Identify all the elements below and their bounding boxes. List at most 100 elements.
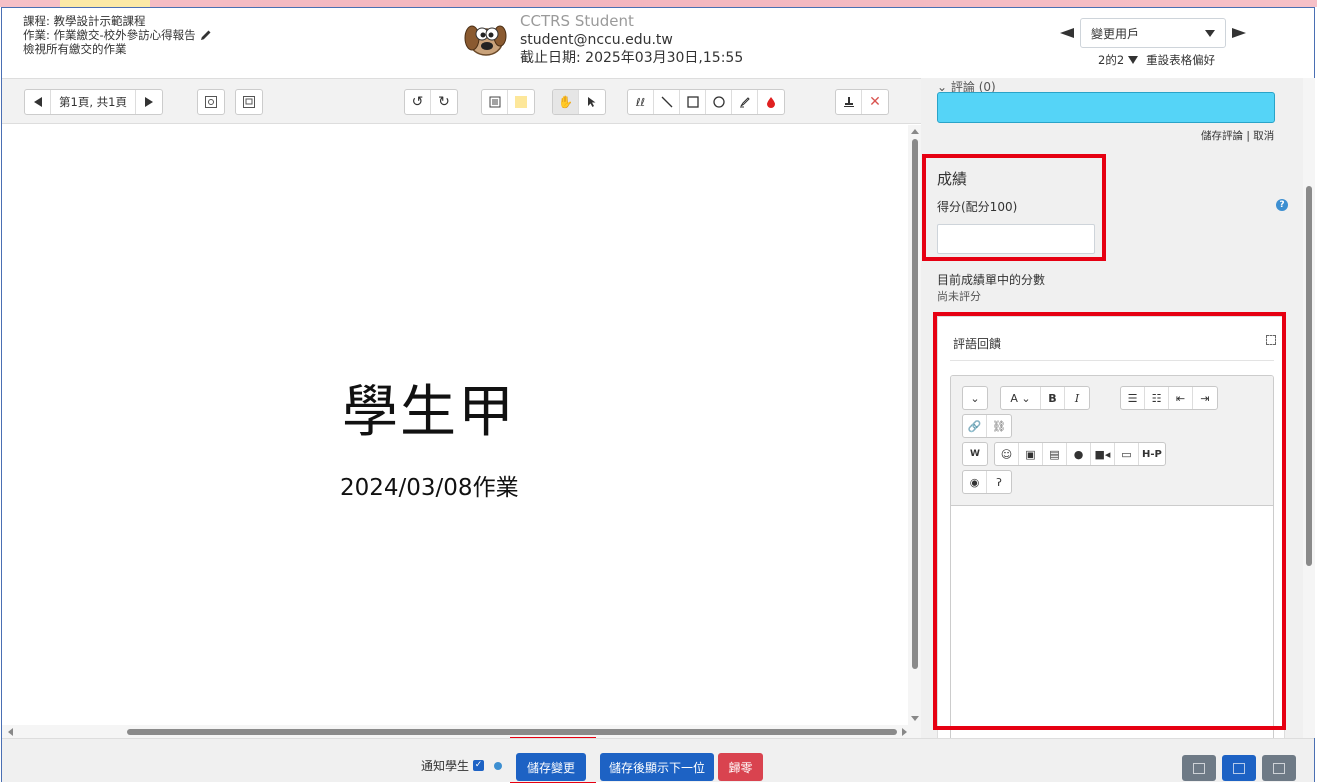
submission-preview[interactable]: 學生甲 2024/03/08作業 — [2, 125, 909, 725]
chevron-down-icon — [1205, 29, 1215, 37]
feedback-section: 評語回饋 ⌄ A ⌄ B I ☰ ☷ ⇤ ⇥ 🔗 ⛓ W ☺ ▣ ▤ ● ■◂ … — [937, 316, 1285, 738]
comment-tool-button[interactable] — [482, 90, 508, 114]
pencil-icon[interactable] — [200, 29, 212, 41]
view-all-submissions-link[interactable]: 檢視所有繳交的作業 — [23, 42, 127, 56]
delete-stamp-button[interactable]: ✕ — [862, 90, 888, 114]
emoji-icon: ☺ — [1000, 447, 1013, 461]
save-changes-button[interactable]: 儲存變更 — [516, 753, 586, 781]
word-import-button[interactable]: W — [963, 443, 987, 465]
search-comments-group — [197, 89, 225, 115]
outdent-button[interactable]: ⇤ — [1169, 387, 1193, 409]
course-link[interactable]: 課程: 教學設計示範課程 — [23, 14, 146, 28]
editor-group-format: A ⌄ B I — [1000, 386, 1090, 410]
image-button[interactable]: ▣ — [1019, 443, 1043, 465]
link-icon: 🔗 — [967, 419, 982, 433]
previous-page-button[interactable] — [25, 90, 51, 114]
help-icon[interactable]: ? — [1276, 199, 1288, 211]
student-name[interactable]: CCTRS Student — [520, 12, 820, 31]
expand-view-button[interactable] — [236, 90, 262, 114]
next-page-button[interactable] — [136, 90, 162, 114]
line-tool-button[interactable] — [654, 90, 680, 114]
comment-color-button[interactable] — [508, 90, 534, 114]
rectangle-icon — [686, 96, 699, 108]
pan-tool-button[interactable]: ✋ — [553, 90, 579, 114]
rotate-group: ↺ ↻ — [404, 89, 458, 115]
scroll-thumb[interactable] — [912, 139, 918, 669]
reset-button[interactable]: 歸零 — [718, 753, 763, 781]
h5p-button[interactable]: H-P — [1139, 443, 1165, 465]
file-button[interactable]: ▤ — [1043, 443, 1067, 465]
comment-textarea[interactable] — [937, 92, 1275, 123]
layout-collapse-grade-button[interactable] — [1262, 755, 1296, 781]
annotation-color-button[interactable] — [758, 90, 784, 114]
filter-icon[interactable] — [1128, 56, 1139, 64]
assignment-link[interactable]: 作業: 作業繳交-校外參訪心得報告 — [23, 28, 196, 42]
change-user-select[interactable]: 變更用戶 — [1080, 18, 1226, 48]
scroll-thumb[interactable] — [127, 729, 897, 735]
triangle-right-icon — [144, 97, 153, 107]
scroll-up-icon[interactable] — [911, 129, 919, 134]
highlight-tool-button[interactable] — [732, 90, 758, 114]
rotate-right-button[interactable]: ↻ — [431, 90, 457, 114]
unlink-button[interactable]: ⛓ — [987, 415, 1011, 437]
oval-tool-button[interactable] — [706, 90, 732, 114]
pen-tool-button[interactable]: ℓℓ — [628, 90, 654, 114]
document-title: 學生甲 — [342, 380, 516, 445]
italic-button[interactable]: I — [1065, 387, 1089, 409]
search-comments-button[interactable] — [198, 90, 224, 114]
cancel-comment-link[interactable]: 取消 — [1253, 130, 1274, 142]
editor-group-access: ◉ ʔ — [962, 470, 1012, 494]
screen-reader-helper-button[interactable]: ʔ — [987, 471, 1011, 493]
close-icon: ✕ — [869, 94, 881, 110]
previous-user-icon[interactable] — [1060, 28, 1074, 38]
save-comment-link[interactable]: 儲存評論 — [1201, 130, 1243, 142]
editor-toolbar: ⌄ A ⌄ B I ☰ ☷ ⇤ ⇥ 🔗 ⛓ W ☺ ▣ ▤ ● ■◂ ▭ H-P… — [951, 376, 1273, 506]
bold-button[interactable]: B — [1041, 387, 1065, 409]
reset-table-link[interactable]: 重設表格偏好 — [1146, 52, 1215, 68]
save-and-next-button[interactable]: 儲存後顯示下一位 — [600, 753, 714, 781]
stamp-icon — [843, 97, 854, 107]
highlighter-icon — [739, 97, 750, 108]
layout-default-button[interactable] — [1222, 755, 1256, 781]
help-icon[interactable] — [494, 761, 503, 770]
panel-scrollbar[interactable] — [1303, 78, 1315, 738]
scroll-right-icon[interactable] — [902, 728, 907, 736]
due-date: 截止日期: 2025年03月30日,15:55 — [520, 50, 744, 66]
score-input[interactable] — [937, 224, 1095, 254]
link-button[interactable]: 🔗 — [963, 415, 987, 437]
preview-vertical-scrollbar[interactable] — [908, 125, 921, 725]
feedback-editor[interactable]: ⌄ A ⌄ B I ☰ ☷ ⇤ ⇥ 🔗 ⛓ W ☺ ▣ ▤ ● ■◂ ▭ H-P… — [950, 375, 1274, 738]
select-tool-button[interactable] — [579, 90, 605, 114]
course-info: 課程: 教學設計示範課程 作業: 作業繳交-校外參訪心得報告 檢視所有繳交的作業 — [23, 14, 212, 56]
screen-record-button[interactable]: ▭ — [1115, 443, 1139, 465]
toggle-toolbar-button[interactable]: ⌄ — [963, 387, 987, 409]
user-navigation: 變更用戶 2的2 重設表格偏好 — [1060, 18, 1260, 68]
change-user-label: 變更用戶 — [1091, 26, 1140, 41]
notify-student[interactable]: 通知學生 ✓ — [421, 757, 503, 774]
scroll-left-icon[interactable] — [8, 728, 13, 736]
triangle-left-icon — [33, 97, 42, 107]
numbered-list-button[interactable]: ☷ — [1145, 387, 1169, 409]
top-accent-bar — [0, 0, 1317, 7]
next-user-icon[interactable] — [1232, 28, 1246, 38]
emoji-button[interactable]: ☺ — [995, 443, 1019, 465]
scroll-down-icon[interactable] — [911, 716, 919, 721]
page-select[interactable]: 第1頁, 共1頁 — [51, 90, 136, 114]
indent-button[interactable]: ⇥ — [1193, 387, 1217, 409]
font-size-icon: A ⌄ — [1010, 391, 1031, 405]
scroll-thumb[interactable] — [1306, 186, 1312, 566]
preview-horizontal-scrollbar[interactable] — [2, 725, 921, 738]
file-icon: ▤ — [1049, 447, 1060, 461]
rectangle-tool-button[interactable] — [680, 90, 706, 114]
layout-collapse-review-button[interactable] — [1182, 755, 1216, 781]
stamp-tool-button[interactable] — [836, 90, 862, 114]
record-audio-button[interactable]: ● — [1067, 443, 1091, 465]
bullet-list-button[interactable]: ☰ — [1121, 387, 1145, 409]
fullscreen-icon[interactable] — [1266, 335, 1276, 345]
pointer-icon — [588, 97, 596, 107]
rotate-left-button[interactable]: ↺ — [405, 90, 431, 114]
paragraph-style-button[interactable]: A ⌄ — [1001, 387, 1041, 409]
accessibility-checker-button[interactable]: ◉ — [963, 471, 987, 493]
record-video-button[interactable]: ■◂ — [1091, 443, 1115, 465]
notify-checkbox[interactable]: ✓ — [473, 760, 485, 771]
